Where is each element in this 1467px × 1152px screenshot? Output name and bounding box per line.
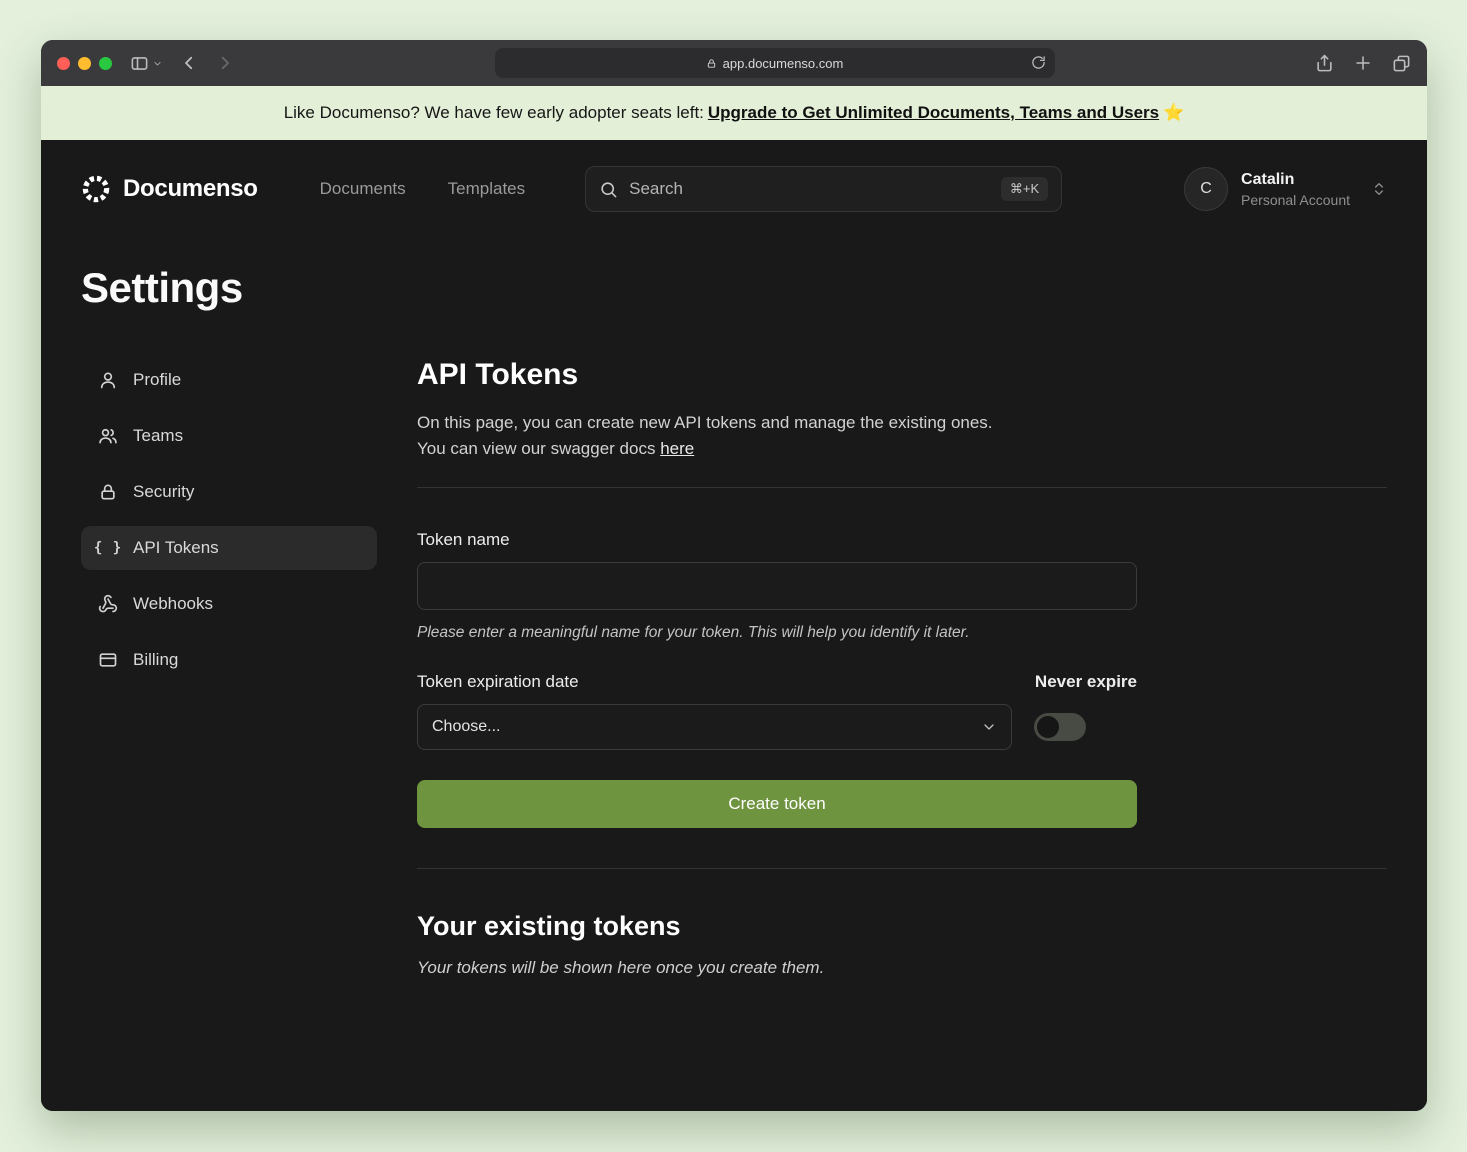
promo-banner: Like Documenso? We have few early adopte… [41,86,1427,140]
create-token-button[interactable]: Create token [417,780,1137,828]
expiration-select[interactable]: Choose... [417,704,1012,750]
section-description: On this page, you can create new API tok… [417,410,1387,461]
users-icon [98,426,118,446]
top-nav: Documents Templates [320,179,525,199]
lock-icon [98,482,118,502]
search-input[interactable]: Search ⌘+K [585,166,1062,212]
user-icon [98,370,118,390]
new-tab-icon[interactable] [1354,54,1372,72]
sidebar-item-webhooks[interactable]: Webhooks [81,582,377,626]
lock-icon [706,58,717,69]
divider [417,487,1387,488]
app-content: Documenso Documents Templates Search ⌘+K… [41,140,1427,1111]
sidebar-item-security[interactable]: Security [81,470,377,514]
search-shortcut-badge: ⌘+K [1001,177,1048,201]
documenso-logo-icon [81,174,111,204]
brand[interactable]: Documenso [81,174,258,204]
existing-tokens-empty-text: Your tokens will be shown here once you … [417,958,1387,978]
sidebar-item-label: Teams [133,426,183,446]
never-expire-label: Never expire [1035,672,1137,692]
star-icon: ⭐ [1163,103,1184,123]
brand-name: Documenso [123,175,258,203]
account-menu[interactable]: C Catalin Personal Account [1184,167,1387,211]
sidebar-item-label: Profile [133,370,181,390]
settings-sidebar: Profile Teams Security { } API Token [81,358,377,978]
window-controls [57,57,112,70]
reload-icon[interactable] [1031,55,1046,70]
banner-text: Like Documenso? We have few early adopte… [284,103,704,123]
sidebar-item-label: Billing [133,650,178,670]
divider [417,868,1387,869]
never-expire-toggle[interactable] [1034,713,1086,741]
expiration-selected-value: Choose... [432,718,500,736]
url-text: app.documenso.com [723,56,844,71]
chevron-down-icon [981,719,997,735]
create-token-form: Token name Please enter a meaningful nam… [417,530,1137,828]
back-button[interactable] [180,54,198,72]
browser-window: app.documenso.com Like Documenso? We hav… [41,40,1427,1111]
expiration-label: Token expiration date [417,672,579,692]
nav-documents[interactable]: Documents [320,179,406,199]
toggle-knob [1037,716,1059,738]
page-title: Settings [81,264,1387,312]
search-placeholder: Search [629,179,683,199]
browser-chrome: app.documenso.com [41,40,1427,86]
section-heading: API Tokens [417,358,1387,392]
api-tokens-panel: API Tokens On this page, you can create … [417,358,1387,978]
close-window-button[interactable] [57,57,70,70]
swagger-docs-link[interactable]: here [660,439,694,458]
credit-card-icon [98,650,118,670]
token-name-label: Token name [417,530,1137,550]
sidebar-item-teams[interactable]: Teams [81,414,377,458]
chevrons-up-down-icon [1371,181,1387,197]
braces-icon: { } [98,540,118,556]
zoom-window-button[interactable] [99,57,112,70]
tab-overview-icon[interactable] [1392,54,1411,73]
search-icon [599,180,618,199]
sidebar-item-label: Security [133,482,194,502]
account-name: Catalin [1241,171,1350,189]
sidebar-item-billing[interactable]: Billing [81,638,377,682]
address-bar[interactable]: app.documenso.com [495,48,1055,78]
token-name-input[interactable] [417,562,1137,610]
existing-tokens-heading: Your existing tokens [417,911,1387,942]
forward-button[interactable] [216,54,234,72]
sidebar-item-api-tokens[interactable]: { } API Tokens [81,526,377,570]
token-name-hint: Please enter a meaningful name for your … [417,624,1137,642]
sidebar-item-label: API Tokens [133,538,219,558]
account-type: Personal Account [1241,192,1350,208]
sidebar-toggle-icon[interactable] [130,54,162,73]
sidebar-item-profile[interactable]: Profile [81,358,377,402]
webhook-icon [98,594,118,614]
minimize-window-button[interactable] [78,57,91,70]
app-header: Documenso Documents Templates Search ⌘+K… [81,140,1387,212]
sidebar-item-label: Webhooks [133,594,213,614]
upgrade-link[interactable]: Upgrade to Get Unlimited Documents, Team… [708,103,1159,123]
nav-templates[interactable]: Templates [448,179,525,199]
avatar: C [1184,167,1228,211]
share-icon[interactable] [1315,54,1334,73]
